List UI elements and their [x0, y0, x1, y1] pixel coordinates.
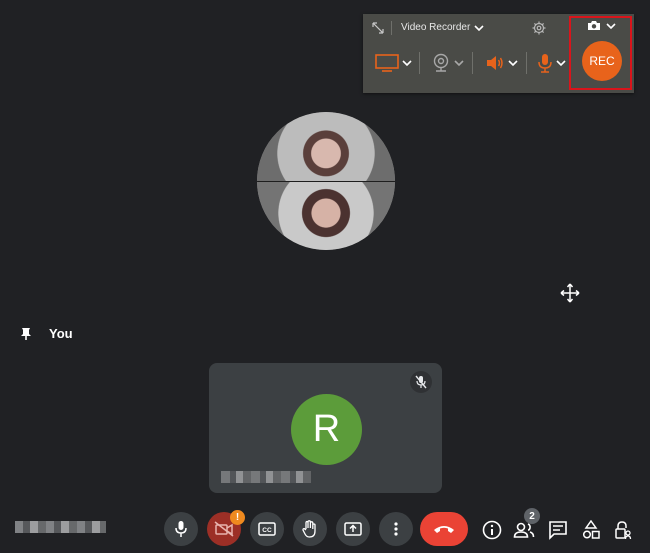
activities-button[interactable]	[580, 519, 602, 541]
participant-avatar	[257, 112, 395, 250]
chevron-down-icon	[474, 24, 484, 31]
recorder-mode-label: Video Recorder	[401, 22, 471, 33]
muted-indicator	[410, 371, 432, 393]
hang-up-icon	[434, 526, 454, 533]
video-off-icon	[214, 521, 234, 537]
self-name-redacted	[221, 471, 311, 483]
move-icon[interactable]	[560, 283, 580, 303]
self-avatar: R	[291, 394, 362, 465]
chat-button[interactable]	[547, 519, 569, 541]
pinned-indicator: You	[20, 326, 73, 341]
display-source[interactable]	[375, 48, 412, 78]
leave-call-button[interactable]	[420, 512, 468, 546]
present-screen-button[interactable]	[336, 512, 370, 546]
divider	[419, 52, 420, 74]
closed-captions-icon: CC	[258, 522, 276, 536]
pinned-name: You	[49, 326, 73, 341]
rec-button[interactable]: REC	[582, 41, 622, 81]
camera-warning-badge: !	[230, 510, 245, 525]
speaker-icon	[487, 56, 503, 70]
host-controls-button[interactable]	[612, 519, 634, 541]
monitor-icon	[375, 54, 399, 72]
more-options-button[interactable]	[379, 512, 413, 546]
captions-button[interactable]: CC	[250, 512, 284, 546]
microphone-icon	[175, 521, 187, 537]
raise-hand-button[interactable]	[293, 512, 327, 546]
chevron-down-icon	[606, 22, 616, 29]
system-sound-source[interactable]	[485, 48, 518, 78]
info-icon	[482, 520, 502, 540]
camera-icon	[588, 21, 600, 30]
svg-text:CC: CC	[262, 527, 272, 534]
avatar-photo-top	[257, 112, 395, 181]
microphone-button[interactable]	[164, 512, 198, 546]
hand-icon	[302, 520, 316, 538]
chevron-down-icon	[454, 60, 464, 67]
chevron-down-icon	[402, 60, 412, 67]
gear-icon[interactable]	[532, 21, 546, 35]
meeting-details-button[interactable]	[481, 519, 503, 541]
chevron-down-icon	[508, 60, 518, 67]
self-video-tile[interactable]: R	[209, 363, 442, 493]
expand-icon[interactable]	[371, 21, 385, 35]
shapes-icon	[582, 520, 600, 539]
meeting-code-redacted	[15, 521, 106, 533]
microphone-icon	[538, 54, 552, 73]
divider	[391, 21, 392, 35]
webcam-icon	[433, 53, 449, 72]
recorder-sources	[363, 48, 566, 78]
mic-off-icon	[415, 375, 427, 389]
people-count-badge: 2	[524, 508, 540, 524]
screenshot-dropdown[interactable]	[587, 20, 616, 31]
lock-person-icon	[615, 521, 632, 540]
divider	[472, 52, 473, 74]
chat-icon	[549, 521, 567, 540]
pin-icon[interactable]	[20, 327, 32, 341]
microphone-source[interactable]	[537, 48, 566, 78]
recorder-mode-dropdown[interactable]: Video Recorder	[401, 22, 484, 33]
chevron-down-icon	[556, 60, 566, 67]
avatar-photo-bottom	[257, 181, 395, 250]
more-vert-icon	[394, 522, 398, 536]
present-icon	[344, 522, 362, 536]
webcam-source[interactable]	[431, 48, 464, 78]
divider	[526, 52, 527, 74]
